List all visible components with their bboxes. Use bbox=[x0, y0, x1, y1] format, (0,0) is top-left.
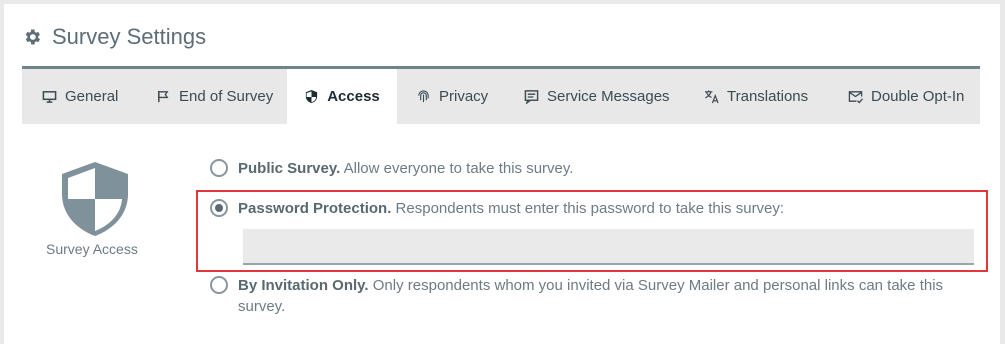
fingerprint-icon bbox=[418, 90, 429, 103]
password-input[interactable] bbox=[243, 229, 974, 265]
invitation-only-radio[interactable] bbox=[210, 276, 228, 294]
shield-icon bbox=[306, 89, 318, 104]
tab-label: Privacy bbox=[439, 88, 489, 105]
option-text: Password Protection. Respondents must en… bbox=[238, 198, 784, 219]
password-protection-option[interactable]: Password Protection. Respondents must en… bbox=[210, 198, 784, 219]
translate-icon bbox=[704, 90, 719, 104]
tab-privacy[interactable]: Privacy bbox=[416, 69, 488, 124]
option-description: Respondents must enter this password to … bbox=[395, 200, 785, 217]
public-survey-radio[interactable] bbox=[210, 159, 228, 177]
mail-check-icon bbox=[848, 91, 863, 104]
option-text: Public Survey. Allow everyone to take th… bbox=[238, 158, 573, 179]
password-protection-radio[interactable] bbox=[210, 199, 228, 217]
tab-label: Translations bbox=[727, 88, 809, 105]
settings-tabs: General End of Survey Access Privacy Ser… bbox=[22, 66, 980, 124]
flag-icon bbox=[158, 90, 169, 103]
option-text: By Invitation Only. Only respondents who… bbox=[238, 275, 980, 317]
option-title: Public Survey. bbox=[238, 160, 341, 177]
tab-label: Access bbox=[327, 88, 380, 105]
tab-label: Double Opt-In bbox=[871, 88, 965, 105]
tab-label: End of Survey bbox=[179, 88, 274, 105]
page-header: Survey Settings bbox=[22, 22, 206, 52]
gear-icon bbox=[25, 29, 40, 45]
shield-icon bbox=[62, 162, 128, 236]
tab-double-opt-in[interactable]: Double Opt-In bbox=[848, 69, 964, 124]
option-title: Password Protection. bbox=[238, 200, 392, 217]
survey-access-label: Survey Access bbox=[46, 241, 138, 257]
tab-general[interactable]: General bbox=[42, 69, 118, 124]
tab-translations[interactable]: Translations bbox=[704, 69, 808, 124]
tab-label: Service Messages bbox=[547, 88, 670, 105]
public-survey-option[interactable]: Public Survey. Allow everyone to take th… bbox=[210, 158, 573, 179]
tab-label: General bbox=[65, 88, 119, 105]
monitor-icon bbox=[42, 91, 57, 103]
message-icon bbox=[524, 90, 539, 104]
option-description: Allow everyone to take this survey. bbox=[343, 160, 574, 177]
tab-access[interactable]: Access bbox=[287, 69, 397, 124]
page-title: Survey Settings bbox=[52, 24, 207, 49]
option-title: By Invitation Only. bbox=[238, 277, 369, 294]
tab-end-of-survey[interactable]: End of Survey bbox=[156, 69, 273, 124]
invitation-only-option[interactable]: By Invitation Only. Only respondents who… bbox=[210, 275, 980, 317]
tab-service-messages[interactable]: Service Messages bbox=[524, 69, 670, 124]
